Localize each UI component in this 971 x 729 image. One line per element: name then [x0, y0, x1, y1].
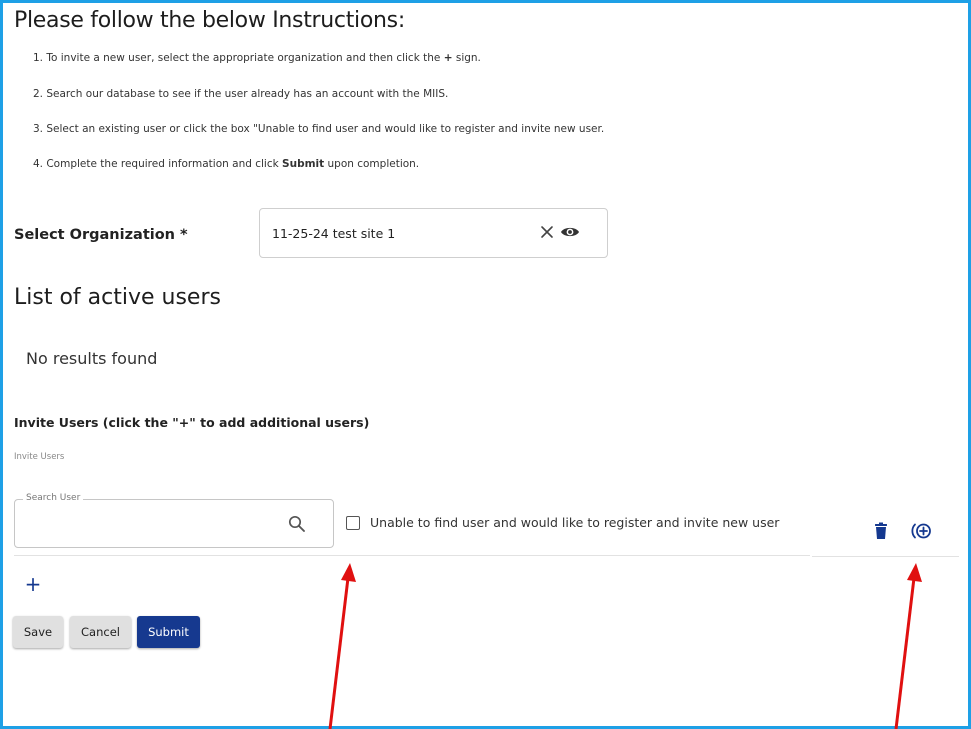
cancel-button[interactable]: Cancel [70, 616, 131, 648]
close-icon[interactable] [538, 221, 556, 243]
instruction-step-3: 3. Select an existing user or click the … [33, 123, 605, 135]
row-divider-actions [812, 556, 959, 557]
step-4-text-bold: Submit [282, 158, 325, 170]
select-organization-label: Select Organization * [14, 227, 188, 243]
step-1-text-bold: + [443, 52, 453, 64]
active-users-title: List of active users [14, 285, 221, 310]
search-user-input[interactable] [25, 512, 285, 536]
invite-users-title: Invite Users (click the "+" to add addit… [14, 415, 370, 430]
search-icon[interactable] [287, 514, 307, 534]
step-1-text-post: sign. [452, 52, 481, 64]
instruction-step-1: 1. To invite a new user, select the appr… [33, 52, 481, 64]
search-user-field[interactable]: Search User [14, 493, 334, 548]
row-divider [14, 555, 810, 556]
invite-users-subtitle: Invite Users [14, 452, 65, 462]
search-user-legend: Search User [23, 493, 84, 503]
trash-icon[interactable] [874, 522, 888, 540]
step-4-text-post: upon completion. [324, 158, 420, 170]
instruction-step-2: 2. Search our database to see if the use… [33, 88, 449, 100]
step-1-text-pre: 1. To invite a new user, select the appr… [33, 52, 444, 64]
submit-button[interactable]: Submit [137, 616, 200, 648]
add-circle-icon[interactable] [910, 522, 932, 540]
add-user-button[interactable]: + [24, 573, 42, 595]
organization-select[interactable]: 11-25-24 test site 1 [259, 208, 608, 258]
register-new-user-checkbox[interactable] [346, 516, 360, 530]
step-4-text-pre: 4. Complete the required information and… [33, 158, 283, 170]
eye-icon[interactable] [560, 224, 580, 240]
register-new-user-label[interactable]: Unable to find user and would like to re… [370, 515, 779, 530]
save-button[interactable]: Save [13, 616, 63, 648]
instructions-heading: Please follow the below Instructions: [14, 8, 405, 33]
organization-selected-value: 11-25-24 test site 1 [272, 226, 396, 241]
no-results-message: No results found [26, 349, 158, 368]
instruction-step-4: 4. Complete the required information and… [33, 158, 419, 170]
